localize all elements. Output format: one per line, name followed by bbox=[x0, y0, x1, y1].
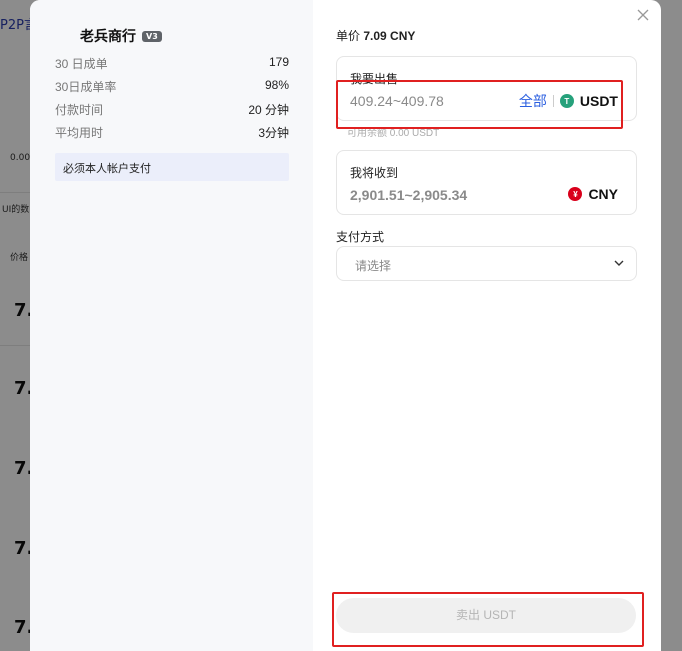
separator bbox=[552, 95, 554, 107]
sell-currency: USDT bbox=[579, 93, 618, 109]
payment-requirement: 必须本人帐户支付 bbox=[55, 153, 289, 181]
receive-currency-group: ¥ CNY bbox=[568, 186, 618, 202]
sell-currency-group: 全部 T USDT bbox=[519, 91, 618, 111]
payment-method-placeholder: 请选择 bbox=[355, 259, 392, 273]
tether-icon: T bbox=[559, 94, 574, 108]
order-form: 单价 7.09 CNY 我要出售 409.24~409.78 全部 T USDT… bbox=[336, 0, 637, 651]
trade-modal: 老兵商行 V3 30 日成单 179 30日成单率 98% 付款时间 20 分钟… bbox=[30, 0, 661, 651]
sell-amount-input[interactable]: 409.24~409.78 bbox=[350, 93, 444, 109]
unit-price: 单价 7.09 CNY bbox=[336, 27, 415, 44]
merchant-panel: 老兵商行 V3 30 日成单 179 30日成单率 98% 付款时间 20 分钟… bbox=[30, 0, 313, 651]
chevron-down-icon bbox=[614, 260, 624, 266]
yuan-icon: ¥ bbox=[568, 187, 583, 201]
sell-amount-card[interactable]: 我要出售 409.24~409.78 全部 T USDT bbox=[336, 56, 637, 121]
receive-amount-label: 我将收到 bbox=[350, 166, 399, 180]
unit-price-value: 7.09 CNY bbox=[363, 29, 416, 43]
receive-currency: CNY bbox=[588, 186, 618, 202]
unit-price-label: 单价 bbox=[336, 29, 361, 43]
payment-method-label: 支付方式 bbox=[336, 230, 385, 244]
stat-row: 30 日成单 179 bbox=[55, 55, 289, 78]
stat-label: 平均用时 bbox=[55, 126, 104, 140]
stat-value: 20 分钟 bbox=[248, 103, 289, 117]
merchant-level-badge: V3 bbox=[142, 30, 162, 42]
stat-row: 30日成单率 98% bbox=[55, 78, 289, 101]
stat-row: 付款时间 20 分钟 bbox=[55, 101, 289, 124]
stat-value: 179 bbox=[268, 55, 289, 69]
stat-label: 30 日成单 bbox=[55, 57, 108, 71]
stat-label: 30日成单率 bbox=[55, 80, 117, 94]
sell-all-button[interactable]: 全部 bbox=[519, 91, 547, 111]
sell-usdt-button[interactable]: 卖出 USDT bbox=[336, 598, 636, 633]
payment-method-select[interactable]: 请选择 bbox=[336, 246, 637, 281]
receive-amount-input[interactable]: 2,901.51~2,905.34 bbox=[350, 187, 467, 203]
stat-label: 付款时间 bbox=[55, 103, 104, 117]
stat-row: 平均用时 3分钟 bbox=[55, 124, 289, 147]
merchant-header: 老兵商行 V3 bbox=[80, 26, 162, 46]
stat-value: 98% bbox=[264, 78, 289, 92]
available-balance: 可用余额 0.00 USDT bbox=[347, 128, 440, 139]
sell-amount-label: 我要出售 bbox=[350, 72, 399, 86]
receive-amount-card[interactable]: 我将收到 2,901.51~2,905.34 ¥ CNY bbox=[336, 150, 637, 215]
stat-value: 3分钟 bbox=[258, 126, 289, 140]
merchant-stats: 30 日成单 179 30日成单率 98% 付款时间 20 分钟 平均用时 3分… bbox=[55, 55, 289, 147]
merchant-name: 老兵商行 bbox=[80, 28, 136, 44]
close-icon bbox=[637, 9, 649, 21]
